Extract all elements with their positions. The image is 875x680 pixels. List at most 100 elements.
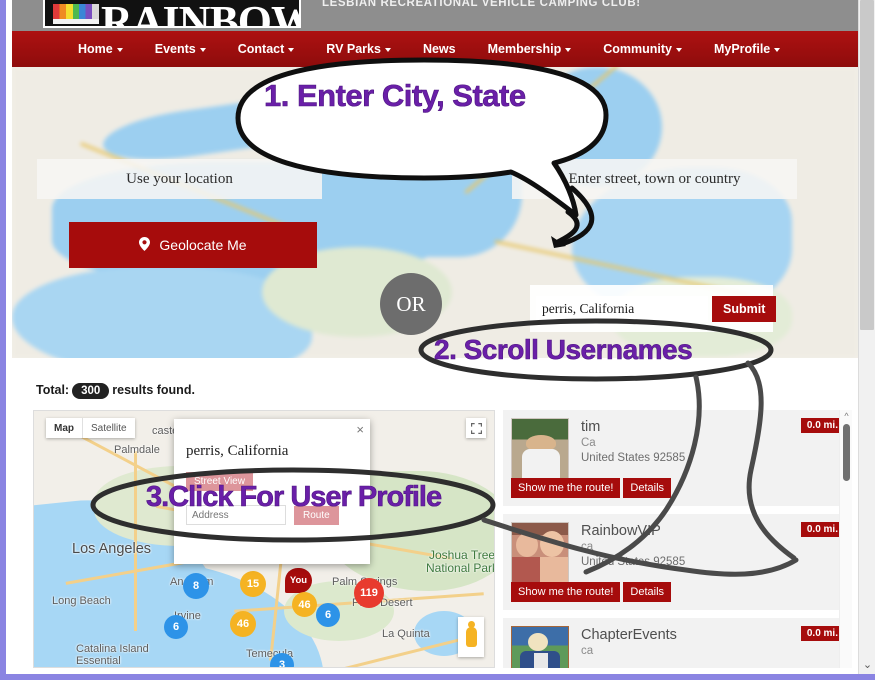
nav-item-contact[interactable]: Contact [222, 42, 311, 56]
close-icon[interactable]: × [356, 423, 364, 436]
street-view-pegman-icon[interactable] [458, 617, 484, 657]
user-card-actions: Show me the route! Details [511, 582, 672, 602]
map-pin-icon [139, 236, 151, 254]
map-cluster[interactable]: 119 [354, 578, 384, 608]
scroll-up-icon[interactable]: ^ [840, 412, 852, 421]
nav-label: Community [603, 42, 672, 56]
chevron-down-icon [199, 47, 206, 52]
info-window-route-row: Route [186, 505, 358, 525]
chevron-down-icon [116, 47, 123, 52]
user-card[interactable]: ChapterEvents ca 0.0 mi. [503, 618, 852, 668]
user-country: United States 92585 [581, 556, 686, 568]
geolocate-me-button[interactable]: Geolocate Me [69, 222, 317, 268]
site-banner: RAINBOW LESBIAN RECREATIONAL VEHICLE CAM… [12, 0, 858, 31]
user-card[interactable]: RainbowVIP ca United States 92585 0.0 mi… [503, 514, 852, 610]
browser-scrollbar-thumb[interactable] [860, 0, 874, 330]
rainbow-swatch-icon [53, 4, 99, 24]
chevron-down-icon [288, 47, 295, 52]
main-navigation: Home Events Contact RV Parks News Member… [12, 31, 858, 67]
nav-item-rv-parks[interactable]: RV Parks [310, 42, 407, 56]
map-cluster[interactable]: 6 [164, 615, 188, 639]
nav-item-community[interactable]: Community [587, 42, 698, 56]
distance-badge: 0.0 mi. [800, 522, 844, 537]
distance-badge: 0.0 mi. [800, 418, 844, 433]
map-cluster[interactable]: 6 [316, 603, 340, 627]
map-cluster[interactable]: 46 [230, 611, 256, 637]
enter-address-label: Enter street, town or country [512, 159, 797, 199]
fullscreen-icon[interactable] [466, 418, 486, 438]
map-park-label: Joshua Tree National Park [426, 548, 495, 575]
logo-wordmark: RAINBOW [101, 0, 301, 28]
map-cluster[interactable]: 15 [240, 571, 266, 597]
browser-scrollbar[interactable]: ⌄ [858, 0, 875, 674]
scroll-down-icon[interactable]: ⌄ [859, 660, 875, 671]
nav-label: MyProfile [713, 42, 771, 56]
total-count-badge: 300 [72, 383, 110, 399]
nav-label: Home [78, 42, 113, 56]
nav-label: Contact [237, 42, 285, 56]
details-button[interactable]: Details [623, 478, 672, 498]
or-divider: OR [380, 273, 442, 335]
user-state: ca [581, 645, 594, 657]
info-window-title: perris, California [186, 443, 289, 459]
search-input[interactable] [536, 295, 708, 322]
geolocate-label: Geolocate Me [159, 237, 247, 253]
nav-label: Events [154, 42, 196, 56]
show-route-button[interactable]: Show me the route! [511, 582, 621, 602]
map-city-label: Long Beach [52, 595, 111, 607]
user-card[interactable]: tim Ca United States 92585 0.0 mi. Show … [503, 410, 852, 506]
street-view-button[interactable]: Street View [186, 472, 253, 491]
map-cluster[interactable]: 8 [183, 573, 209, 599]
nav-label: News [422, 42, 456, 56]
nav-item-home[interactable]: Home [62, 42, 139, 56]
chevron-down-icon [774, 47, 781, 52]
map-city-label: Los Angeles [72, 541, 152, 557]
map-city-label: Catalina Island Essential [76, 643, 149, 667]
total-prefix: Total: [36, 383, 70, 397]
chevron-down-icon [384, 47, 391, 52]
use-your-location-label: Use your location [37, 159, 322, 199]
nav-item-membership[interactable]: Membership [472, 42, 588, 56]
results-total: Total: 300 results found. [36, 383, 195, 399]
user-state: Ca [581, 437, 596, 449]
map-type-satellite[interactable]: Satellite [82, 418, 135, 438]
site-tagline: LESBIAN RECREATIONAL VEHICLE CAMPING CLU… [322, 0, 641, 9]
nav-label: RV Parks [326, 42, 381, 56]
submit-button[interactable]: Submit [712, 295, 777, 322]
route-button[interactable]: Route [294, 505, 339, 525]
map-cluster[interactable]: 46 [292, 592, 317, 617]
map-city-label: La Quinta [382, 628, 430, 640]
details-button[interactable]: Details [623, 582, 672, 602]
nav-label: Membership [487, 42, 562, 56]
results-area: Map Satellite caster Palmdale Los Angele… [33, 410, 852, 668]
address-input[interactable] [186, 505, 286, 525]
map-city-label: Palmdale [114, 444, 160, 456]
address-search-box: Submit [530, 285, 777, 332]
avatar[interactable] [511, 626, 569, 668]
total-suffix: results found. [112, 383, 195, 397]
avatar[interactable] [511, 522, 569, 585]
scrollbar-thumb[interactable] [843, 424, 850, 481]
user-results-list: tim Ca United States 92585 0.0 mi. Show … [503, 410, 852, 668]
avatar[interactable] [511, 418, 569, 481]
location-search-band: Use your location Enter street, town or … [12, 67, 858, 358]
map-type-map[interactable]: Map [46, 418, 82, 438]
site-logo[interactable]: RAINBOW [43, 0, 301, 28]
map-info-window: × perris, California Street View Route [174, 419, 370, 564]
user-country: United States 92585 [581, 452, 686, 464]
nav-item-events[interactable]: Events [139, 42, 222, 56]
distance-badge: 0.0 mi. [800, 626, 844, 641]
user-list-scrollbar[interactable]: ^ [839, 410, 852, 668]
nav-list: Home Events Contact RV Parks News Member… [12, 31, 858, 67]
map-type-control[interactable]: Map Satellite [46, 418, 135, 438]
nav-item-myprofile[interactable]: MyProfile [698, 42, 796, 56]
map-cluster-you[interactable]: You [285, 568, 312, 593]
show-route-button[interactable]: Show me the route! [511, 478, 621, 498]
chevron-down-icon [675, 47, 682, 52]
results-map[interactable]: Map Satellite caster Palmdale Los Angele… [33, 410, 495, 668]
page-root: RAINBOW LESBIAN RECREATIONAL VEHICLE CAM… [0, 0, 875, 680]
user-card-actions: Show me the route! Details [511, 478, 672, 498]
nav-item-news[interactable]: News [407, 42, 472, 56]
chevron-down-icon [565, 47, 572, 52]
user-state: ca [581, 541, 594, 553]
